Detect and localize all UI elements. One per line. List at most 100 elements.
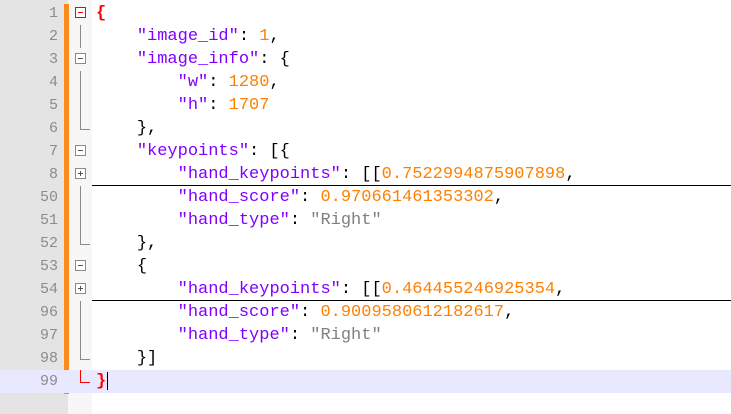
code-token: "hand_keypoints" <box>177 165 341 184</box>
code-token: 1707 <box>228 96 270 115</box>
code-line[interactable]: 1{ <box>0 2 731 25</box>
line-number: 8 <box>48 166 58 183</box>
line-number: 53 <box>39 258 58 275</box>
code-line[interactable]: 6 }, <box>0 117 731 140</box>
code-token: , <box>269 27 280 46</box>
code-token: 1280 <box>228 73 270 92</box>
line-number: 54 <box>39 281 58 298</box>
code-token: : <box>208 96 229 115</box>
code-text[interactable]: }, <box>96 232 157 255</box>
code-token: { <box>96 4 107 23</box>
collapse-fold-icon[interactable] <box>75 145 86 156</box>
line-number: 4 <box>48 74 58 91</box>
code-editor[interactable]: 1{2 "image_id": 1, 3 "image_info": {4 "w"… <box>0 0 731 414</box>
code-text[interactable]: "hand_type": "Right" <box>96 324 382 347</box>
code-line[interactable]: 98 }] <box>0 347 731 370</box>
code-token: "hand_type" <box>177 326 290 345</box>
code-text[interactable]: "image_info": { <box>96 48 290 71</box>
code-text[interactable]: } <box>96 370 109 393</box>
code-line[interactable]: 51 "hand_type": "Right" <box>0 209 731 232</box>
line-number: 6 <box>48 120 58 137</box>
line-number: 52 <box>39 235 58 252</box>
fold-end-marker <box>80 370 90 383</box>
line-number: 7 <box>48 143 58 160</box>
code-token: : <box>300 303 321 322</box>
code-text[interactable]: "h": 1707 <box>96 94 270 117</box>
code-text[interactable]: { <box>96 2 106 25</box>
collapse-fold-icon[interactable] <box>75 7 86 18</box>
line-number: 96 <box>39 304 58 321</box>
code-token: , <box>493 188 505 207</box>
code-token: "image_info" <box>136 50 260 69</box>
code-line[interactable]: 53 { <box>0 255 731 278</box>
code-token: : <box>289 326 311 345</box>
code-line[interactable]: 50 "hand_score": 0.970661461353302, <box>0 186 731 209</box>
code-token: } <box>96 372 107 391</box>
code-token: "hand_score" <box>177 188 301 207</box>
code-token: "hand_type" <box>177 211 290 230</box>
code-token: }, <box>136 234 158 253</box>
code-token: 0.7522994875907898 <box>381 165 566 184</box>
collapse-fold-icon[interactable] <box>75 260 86 271</box>
code-token: 0.970661461353302 <box>320 188 494 207</box>
code-line[interactable]: 4 "w": 1280, <box>0 71 731 94</box>
code-line[interactable]: 52 }, <box>0 232 731 255</box>
code-token: : <box>208 73 229 92</box>
expand-fold-icon[interactable] <box>75 168 86 179</box>
code-token: "h" <box>177 96 209 115</box>
line-number: 2 <box>48 28 58 45</box>
code-token: { <box>136 257 148 276</box>
code-text[interactable]: "hand_keypoints": [[0.7522994875907898, <box>96 163 576 186</box>
code-token: : <box>300 188 321 207</box>
code-token: "hand_score" <box>177 303 301 322</box>
fold-end-marker <box>80 232 90 245</box>
code-token: "w" <box>177 73 209 92</box>
code-text[interactable]: "hand_score": 0.9009580612182617, <box>96 301 515 324</box>
code-line[interactable]: 97 "hand_type": "Right" <box>0 324 731 347</box>
line-number: 97 <box>39 327 58 344</box>
code-text[interactable]: { <box>96 255 147 278</box>
code-token: : { <box>259 50 290 69</box>
code-token: "hand_keypoints" <box>177 280 341 299</box>
code-token: "Right" <box>310 326 382 345</box>
code-lines[interactable]: 1{2 "image_id": 1, 3 "image_info": {4 "w"… <box>0 2 731 393</box>
code-text[interactable]: }] <box>96 347 157 370</box>
code-token: : [[ <box>340 165 382 184</box>
code-line[interactable]: 8 "hand_keypoints": [[0.7522994875907898… <box>0 163 731 186</box>
fold-guide <box>80 186 81 209</box>
code-line[interactable]: 2 "image_id": 1, <box>0 25 731 48</box>
code-text[interactable]: "image_id": 1, <box>96 25 280 48</box>
code-token: }, <box>136 119 158 138</box>
fold-guide <box>80 324 81 347</box>
code-token: }] <box>136 349 158 368</box>
code-token: "keypoints" <box>136 142 250 161</box>
code-text[interactable]: }, <box>96 117 157 140</box>
code-token: , <box>565 165 576 184</box>
expand-fold-icon[interactable] <box>75 283 86 294</box>
text-cursor <box>107 371 109 390</box>
code-line[interactable]: 5 "h": 1707 <box>0 94 731 117</box>
fold-guide <box>80 301 81 324</box>
line-number: 50 <box>39 189 58 206</box>
line-number: 1 <box>48 5 58 22</box>
code-text[interactable]: "keypoints": [{ <box>96 140 290 163</box>
fold-guide <box>80 94 81 117</box>
code-text[interactable]: "hand_score": 0.970661461353302, <box>96 186 504 209</box>
code-line[interactable]: 7 "keypoints": [{ <box>0 140 731 163</box>
code-line[interactable]: 96 "hand_score": 0.9009580612182617, <box>0 301 731 324</box>
line-number: 99 <box>39 373 58 390</box>
line-number: 98 <box>39 350 58 367</box>
code-text[interactable]: "w": 1280, <box>96 71 280 94</box>
code-line[interactable]: 99} <box>0 370 731 393</box>
line-number: 5 <box>48 97 58 114</box>
fold-end-marker <box>80 347 90 360</box>
collapse-fold-icon[interactable] <box>75 53 86 64</box>
code-text[interactable]: "hand_keypoints": [[0.464455246925354, <box>96 278 566 301</box>
code-token: "Right" <box>310 211 382 230</box>
code-text[interactable]: "hand_type": "Right" <box>96 209 382 232</box>
code-token: , <box>269 73 280 92</box>
fold-end-marker <box>80 117 90 130</box>
code-line[interactable]: 3 "image_info": { <box>0 48 731 71</box>
code-line[interactable]: 54 "hand_keypoints": [[0.464455246925354… <box>0 278 731 301</box>
code-token: , <box>504 303 515 322</box>
